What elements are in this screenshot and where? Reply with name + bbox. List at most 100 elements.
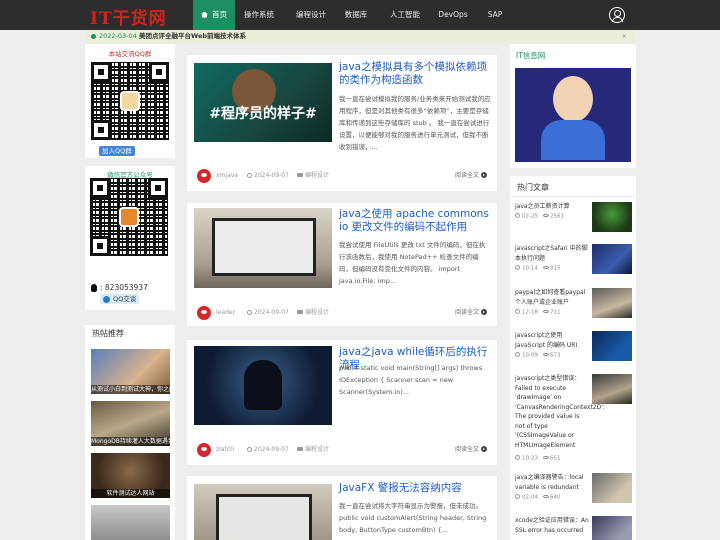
article-excerpt: 我一直在尝试将大字符串显示为警报，但未成功。 public void custo… [339, 502, 487, 534]
hot-article-item[interactable]: javascript之使用 JavaScript 的编码 URI 10-09 67… [515, 331, 633, 365]
article-author[interactable]: zlatch [216, 443, 234, 457]
notice-close-button[interactable]: × [622, 30, 627, 43]
qr-avatar [120, 91, 140, 111]
read-more-link[interactable]: 阅读全文 [455, 306, 487, 320]
article-date: 2024-09-07 [247, 169, 289, 183]
arrow-right-icon [481, 309, 487, 315]
author-avatar [197, 169, 211, 183]
it-info-title: IT信息网 [516, 51, 546, 60]
hot-article-item[interactable]: java之员工薪资计算 02-25 2561 [515, 202, 633, 236]
qr-finder [90, 236, 110, 256]
clock-icon [515, 309, 520, 314]
read-more-link[interactable]: 阅读全文 [455, 443, 487, 457]
nav-devops[interactable]: DevOps [433, 0, 473, 30]
article-card: java之java while循环后的执行流程 public static vo… [187, 340, 497, 465]
eye-icon [542, 213, 549, 217]
it-info-card: IT信息网 [510, 44, 636, 168]
clock-icon [515, 265, 520, 270]
hot-post-item[interactable]: MongoDB持续灌入大数据遇到 [91, 401, 170, 446]
article-category[interactable]: 编程设计 [297, 443, 329, 457]
hot-post-item[interactable]: 从测试小白到测试大神，你之间 [91, 349, 170, 394]
article-meta: leader 2024-09-07 编程设计 阅读全文 [197, 306, 493, 320]
wechat-qr-code [90, 178, 168, 256]
read-more-link[interactable]: 阅读全文 [455, 169, 487, 183]
folder-icon [297, 172, 303, 177]
divider [510, 196, 636, 197]
article-card: JavaFX 警报无法容纳内容 我一直在尝试将大字符串显示为警报，但未成功。 p… [187, 476, 497, 540]
join-qq-group-button[interactable]: 加入QQ群 [99, 146, 135, 156]
article-author[interactable]: xmjava [216, 169, 238, 183]
hot-articles-card: 热门文章 java之员工薪资计算 02-25 2561 javascript之Sa… [510, 176, 636, 540]
qq-group-caption: 本站交流QQ群 [108, 50, 152, 58]
qr-avatar [119, 207, 139, 227]
cartoon-face [553, 76, 593, 122]
hot-article-thumbnail [592, 202, 632, 232]
article-title[interactable]: JavaFX 警报无法容纳内容 [339, 482, 495, 495]
qr-finder [149, 62, 169, 82]
hot-article-item[interactable]: paypal之如何查看paypal个人账户或企业账户 12-18 711 [515, 288, 633, 322]
article-excerpt: public static void main(String[] args) t… [339, 364, 483, 396]
eye-icon [542, 265, 549, 269]
nav-programming[interactable]: 编程设计 [289, 0, 333, 30]
notice-icon [91, 34, 96, 39]
qq-group-qr-code [91, 62, 169, 140]
clock-icon [247, 446, 252, 452]
hot-article-thumbnail [592, 331, 632, 361]
arrow-right-icon [481, 172, 487, 178]
qq-number: : 823053937 [100, 283, 148, 292]
folder-icon [297, 446, 303, 451]
qr-finder [91, 62, 111, 82]
hacker-figure [244, 360, 282, 410]
hot-article-item[interactable]: xcode之验证应用错误：An SSL error has occurred [515, 516, 633, 540]
article-meta: xmjava 2024-09-07 编程设计 阅读全文 [197, 169, 493, 183]
article-title[interactable]: java之使用 apache commons io 更改文件的编码不起作用 [339, 208, 495, 234]
qr-finder [148, 178, 168, 198]
notice-title[interactable]: 美团点评全融平台Web前端技术体系 [139, 30, 246, 43]
user-icon[interactable] [609, 7, 625, 23]
monitor-screen [212, 218, 316, 276]
eye-icon [542, 455, 549, 459]
qr-finder [90, 178, 110, 198]
article-author[interactable]: leader [216, 306, 235, 320]
hot-article-item[interactable]: java之编译器警告：local variable is redundant 0… [515, 473, 633, 507]
notice-date: 2022-03-04 [99, 32, 137, 40]
hot-article-item[interactable]: javascript之Safari 中的脚本执行问题 10-14 815 [515, 244, 633, 278]
article-date: 2024-09-07 [247, 306, 289, 320]
article-thumbnail[interactable]: #程序员的样子# [194, 63, 332, 142]
article-thumbnail[interactable] [194, 208, 332, 288]
nav-database[interactable]: 数据库 [338, 0, 374, 30]
thumbnail-lettering: #程序员的样子# [209, 106, 317, 122]
article-title[interactable]: java之模拟具有多个模拟依赖项的类作为构造函数 [339, 61, 495, 87]
folder-icon [297, 309, 303, 314]
clock-icon [515, 352, 520, 357]
nav-sap[interactable]: SAP [481, 0, 509, 30]
it-info-banner[interactable] [515, 68, 631, 162]
hot-post-item[interactable] [91, 505, 170, 540]
clock-icon [515, 213, 520, 218]
hot-article-thumbnail [592, 288, 632, 318]
clock-icon [515, 494, 520, 499]
nav-ai[interactable]: 人工智能 [385, 0, 425, 30]
site-logo[interactable]: IT干货网 [90, 4, 167, 29]
hot-posts-list: 从测试小白到测试大神，你之间 MongoDB持续灌入大数据遇到 软件测试达人网站 [85, 345, 175, 540]
hot-article-thumbnail [592, 473, 632, 503]
article-thumbnail[interactable] [194, 484, 332, 540]
cartoon-body [541, 120, 605, 160]
nav-os[interactable]: 操作系统 [237, 0, 281, 30]
top-navbar: IT干货网 首页 操作系统 编程设计 数据库 人工智能 DevOps SAP [0, 0, 720, 30]
hot-article-thumbnail [592, 516, 632, 540]
hot-post-item[interactable]: 软件测试达人网站 [91, 453, 170, 498]
article-excerpt: 我一直在尝试模拟我的服务/业务类来开始测试我的应用程序，但是对其他类有很多“依赖… [339, 95, 491, 151]
clock-icon [515, 455, 520, 460]
nav-home[interactable]: 首页 [193, 0, 235, 30]
article-category[interactable]: 编程设计 [297, 306, 329, 320]
arrow-right-icon [481, 446, 487, 452]
author-avatar [197, 443, 211, 457]
hot-articles-title: 热门文章 [517, 183, 549, 192]
article-card: java之使用 apache commons io 更改文件的编码不起作用 我尝… [187, 203, 497, 326]
article-category[interactable]: 编程设计 [297, 169, 329, 183]
clock-icon [247, 309, 252, 315]
article-thumbnail[interactable] [194, 346, 332, 425]
hot-article-item[interactable]: javascript之类型错误：Failed to execute 'drawI… [515, 374, 633, 470]
qq-chat-button[interactable]: QQ交谈 [100, 294, 140, 304]
